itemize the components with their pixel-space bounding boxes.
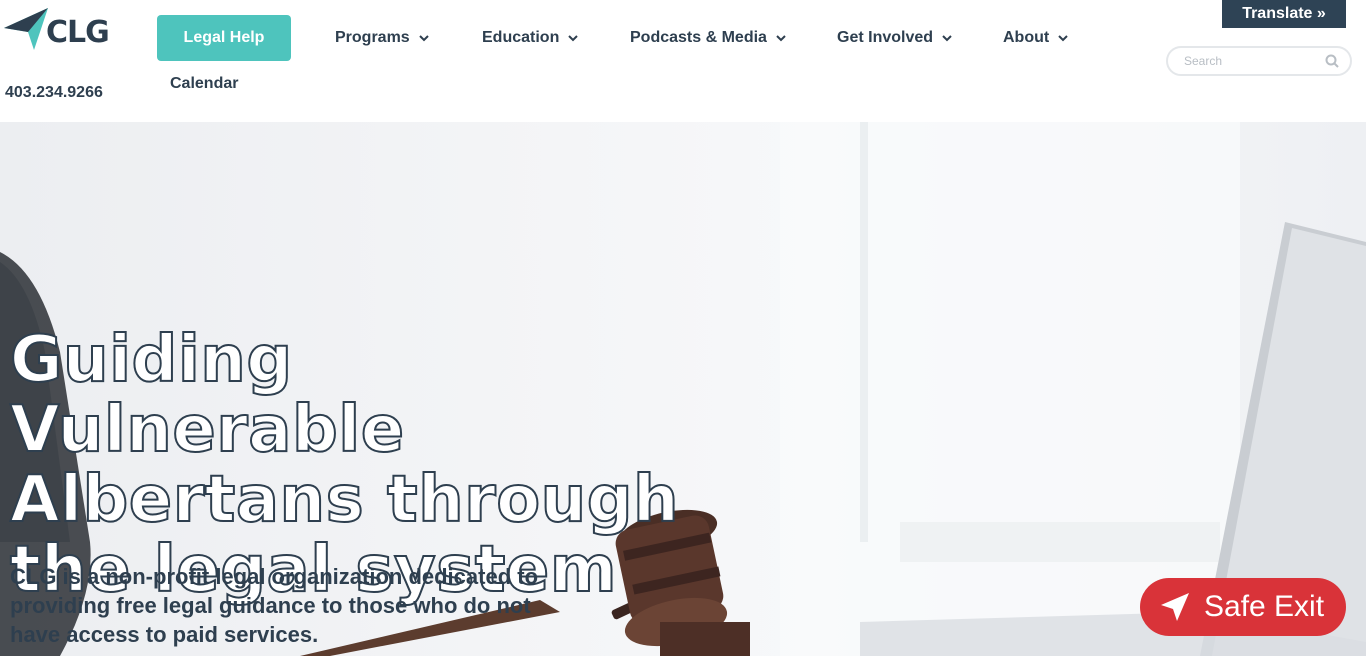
legal-help-button[interactable]: Legal Help (157, 15, 291, 61)
search-input[interactable] (1184, 54, 1314, 68)
nav-programs[interactable]: Programs (335, 28, 430, 48)
hero-title-line-2: Albertans through (9, 463, 680, 537)
nav-about-label: About (1003, 29, 1050, 46)
safe-exit-button[interactable]: Safe Exit (1140, 578, 1346, 636)
nav-calendar[interactable]: Calendar (170, 75, 238, 93)
hero-section: Guiding Vulnerable Albertans through the… (0, 122, 1366, 656)
nav-programs-label: Programs (335, 29, 410, 46)
nav-podcasts-media-label: Podcasts & Media (630, 29, 767, 46)
hero-subtitle: CLG is a non-profit legal organization d… (10, 564, 539, 647)
nav-podcasts-media[interactable]: Podcasts & Media (630, 28, 787, 48)
nav-education[interactable]: Education (482, 28, 579, 48)
logo-text: CLG (46, 14, 110, 50)
search-box (1166, 46, 1352, 76)
page: CLG 403.234.9266 Legal Help Calendar Pro… (0, 0, 1366, 656)
paper-plane-icon (1158, 590, 1192, 624)
chevron-down-icon (775, 32, 787, 44)
nav-about[interactable]: About (1003, 28, 1069, 48)
chevron-down-icon (941, 32, 953, 44)
search-icon[interactable] (1324, 53, 1340, 69)
nav-get-involved[interactable]: Get Involved (837, 28, 953, 48)
chevron-down-icon (1057, 32, 1069, 44)
chevron-down-icon (567, 32, 579, 44)
hero-title-line-1: Guiding Vulnerable (9, 323, 405, 467)
phone-number[interactable]: 403.234.9266 (5, 84, 103, 102)
safe-exit-label: Safe Exit (1204, 590, 1325, 623)
nav-education-label: Education (482, 29, 560, 46)
site-header: CLG 403.234.9266 Legal Help Calendar Pro… (0, 0, 1366, 122)
logo-mark-icon (4, 8, 48, 50)
chevron-down-icon (418, 32, 430, 44)
clg-logo[interactable]: CLG (4, 5, 120, 53)
nav-get-involved-label: Get Involved (837, 29, 934, 46)
translate-button[interactable]: Translate » (1222, 0, 1346, 28)
